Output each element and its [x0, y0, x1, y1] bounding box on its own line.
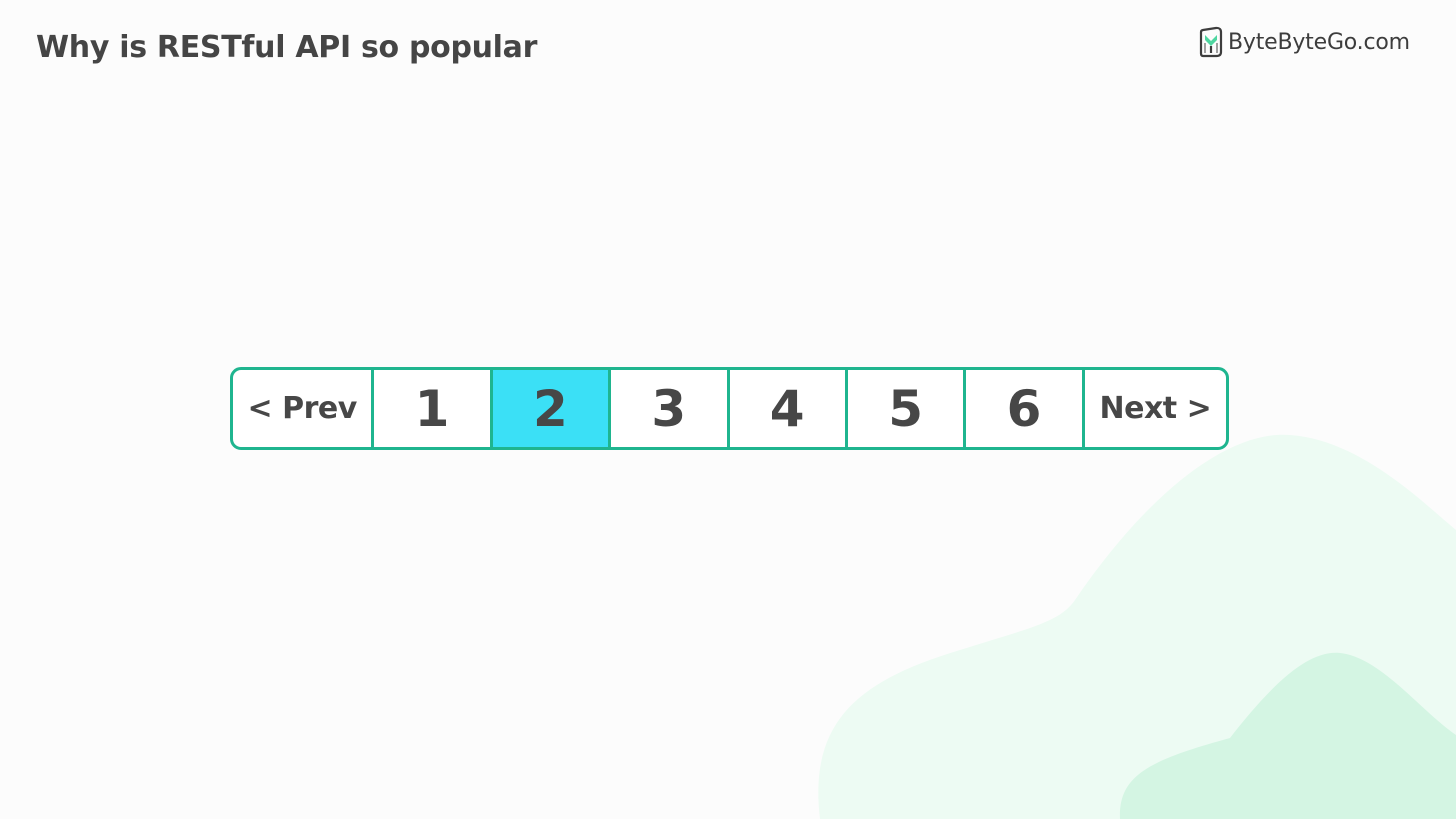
- page-button-5[interactable]: 5: [844, 370, 963, 447]
- page-button-3[interactable]: 3: [608, 370, 726, 447]
- next-page-button[interactable]: Next >: [1081, 370, 1226, 447]
- bytebytego-logo-icon: [1199, 26, 1223, 58]
- brand-logo: ByteByteGo.com: [1199, 26, 1410, 58]
- page-button-2-current[interactable]: 2: [489, 370, 609, 447]
- page-title: Why is RESTful API so popular: [36, 30, 538, 65]
- page-button-1[interactable]: 1: [371, 370, 489, 447]
- page-button-4[interactable]: 4: [726, 370, 845, 447]
- pagination-bar: < Prev 1 2 3 4 5 6 Next >: [230, 367, 1229, 450]
- prev-page-button[interactable]: < Prev: [233, 370, 371, 447]
- page-button-6[interactable]: 6: [963, 370, 1081, 447]
- brand-name: ByteByteGo.com: [1228, 29, 1410, 55]
